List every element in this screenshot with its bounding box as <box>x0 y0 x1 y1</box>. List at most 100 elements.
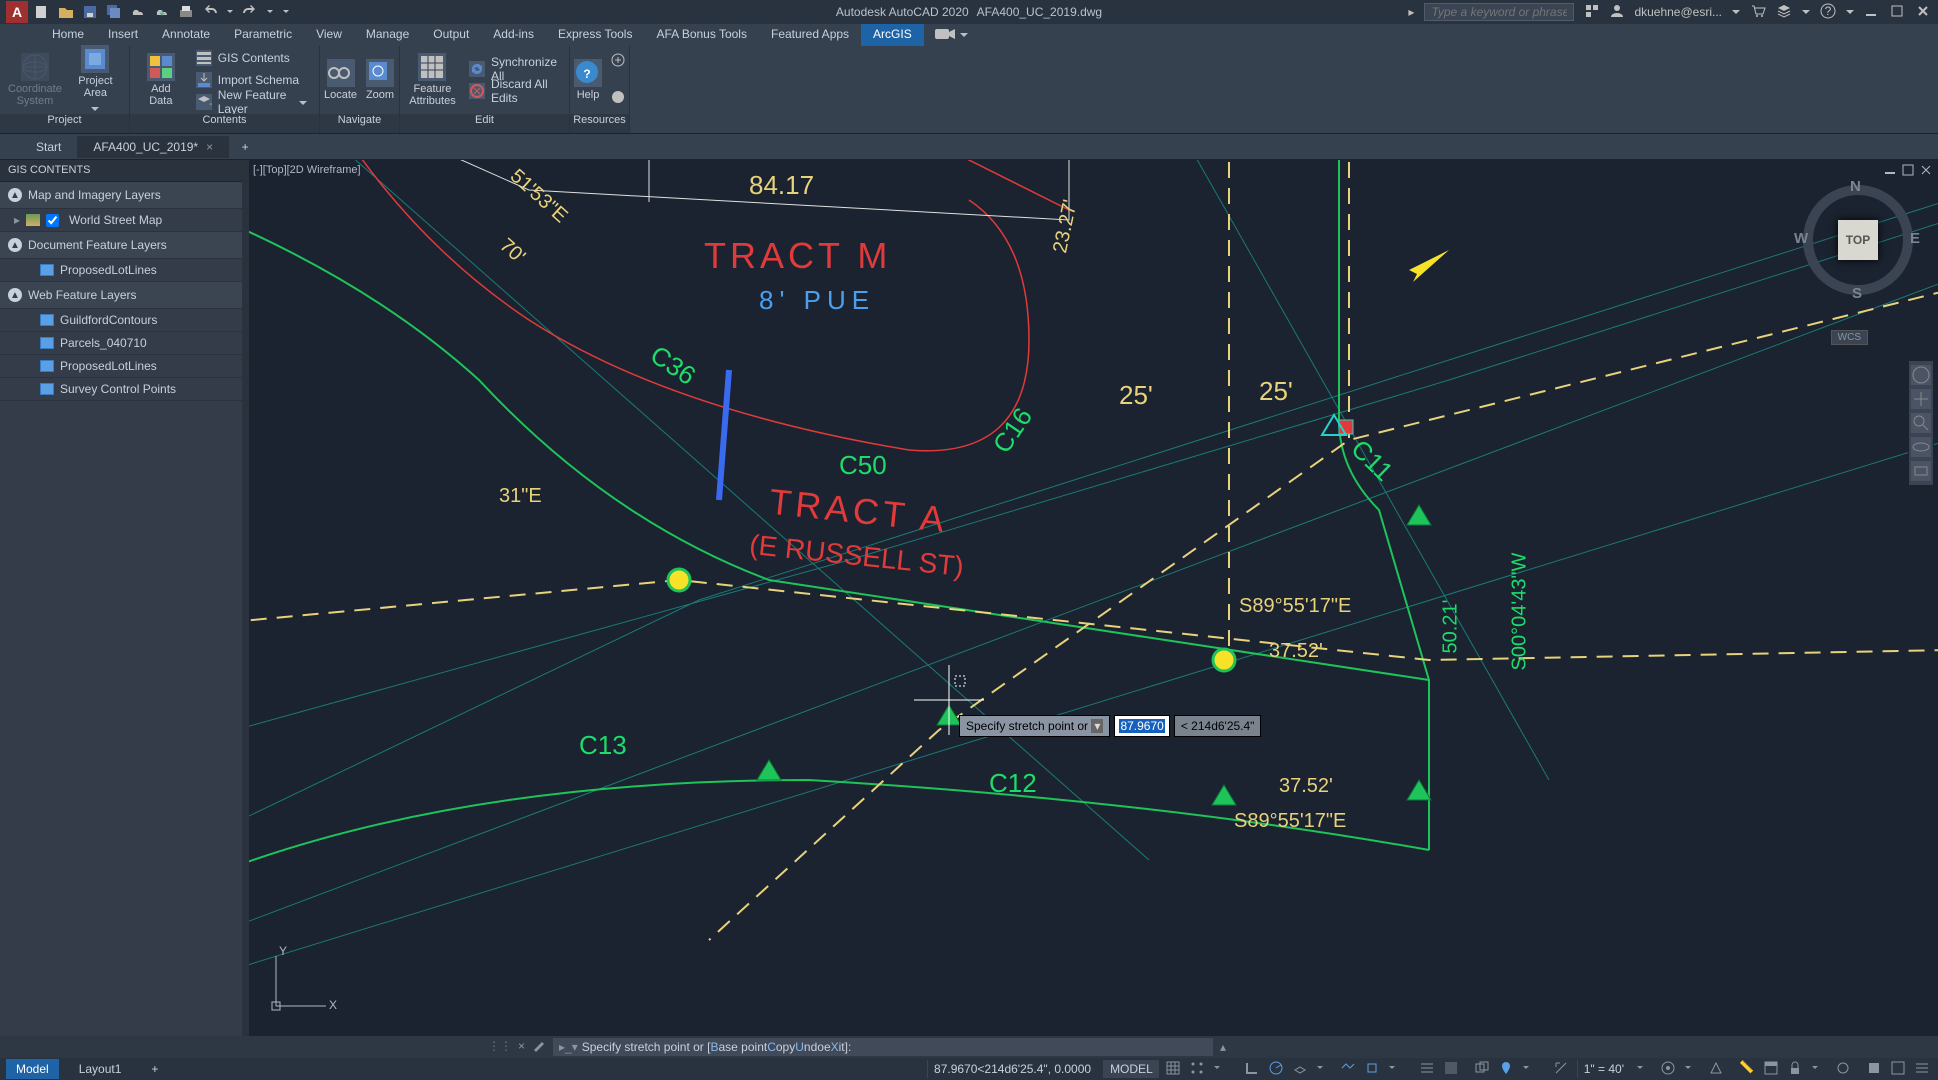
tab-arcgis[interactable]: ArcGIS <box>861 24 924 46</box>
scale-dropdown-icon[interactable] <box>1636 1060 1654 1078</box>
tab-annotate[interactable]: Annotate <box>150 24 222 46</box>
iso-dropdown-icon[interactable] <box>1316 1060 1334 1078</box>
viewcube-w[interactable]: W <box>1794 230 1808 247</box>
help-icon[interactable]: ? <box>1820 3 1836 22</box>
redo-dropdown-icon[interactable] <box>266 4 274 20</box>
distance-input[interactable]: 87.9670 <box>1114 715 1169 737</box>
resource-link1-icon[interactable] <box>610 52 626 71</box>
zoom-button[interactable]: Zoom <box>365 48 395 112</box>
ortho-icon[interactable] <box>1244 1060 1262 1078</box>
open-icon[interactable] <box>58 4 74 20</box>
app-logo-icon[interactable]: A <box>6 1 28 23</box>
add-data-button[interactable]: Add Data <box>138 48 184 112</box>
redo-icon[interactable] <box>242 4 258 20</box>
undo-icon[interactable] <box>202 4 218 20</box>
survey-control-points-item[interactable]: Survey Control Points <box>0 378 242 401</box>
app-store-icon[interactable] <box>1776 3 1792 22</box>
cloud-open-icon[interactable] <box>130 4 146 20</box>
coords-readout[interactable]: 87.9670<214d6'25.4", 0.0000 <box>927 1060 1097 1078</box>
isolate-icon[interactable] <box>1835 1060 1853 1078</box>
command-input[interactable]: ▸_▾ Specify stretch point or [Base point… <box>553 1038 1213 1056</box>
lock-dropdown-icon[interactable] <box>1811 1060 1829 1078</box>
osnap-dropdown-icon[interactable] <box>1388 1060 1406 1078</box>
map-imagery-section[interactable]: ▲Map and Imagery Layers <box>0 182 242 209</box>
collapse-icon[interactable]: ▲ <box>8 288 22 302</box>
viewcube-s[interactable]: S <box>1852 285 1862 302</box>
guildford-contours-item[interactable]: GuildfordContours <box>0 309 242 332</box>
cmd-history-icon[interactable]: ▴ <box>1213 1040 1233 1054</box>
close-icon[interactable] <box>1916 4 1932 20</box>
workspace-icon[interactable] <box>1660 1060 1678 1078</box>
layout1-tab[interactable]: Layout1 <box>69 1059 132 1079</box>
isodraft-icon[interactable] <box>1292 1060 1310 1078</box>
osnap-icon[interactable] <box>1364 1060 1382 1078</box>
sync-all-button[interactable]: Synchronize All <box>465 59 561 79</box>
tab-featured[interactable]: Featured Apps <box>759 24 861 46</box>
camera-dropdown-icon[interactable] <box>960 28 968 42</box>
proposed-lot-lines-web-item[interactable]: ProposedLotLines <box>0 355 242 378</box>
lock-ui-icon[interactable] <box>1787 1060 1805 1078</box>
cmd-customize-icon[interactable] <box>531 1039 545 1056</box>
geo-dropdown-icon[interactable] <box>1522 1060 1540 1078</box>
wsm-checkbox[interactable] <box>46 214 59 227</box>
resource-link2-icon[interactable] <box>610 89 626 108</box>
signin-icon[interactable] <box>1610 4 1624 21</box>
user-dropdown-icon[interactable] <box>1732 5 1740 19</box>
cloud-save-icon[interactable] <box>154 4 170 20</box>
project-area-button[interactable]: Project Area <box>70 48 121 112</box>
hardware-accel-icon[interactable] <box>1866 1060 1884 1078</box>
store-dropdown-icon[interactable] <box>1802 5 1810 19</box>
viewcube-n[interactable]: N <box>1850 178 1861 195</box>
clean-screen-icon[interactable] <box>1890 1060 1908 1078</box>
showmotion-icon[interactable] <box>1911 461 1931 481</box>
osnap-track-icon[interactable] <box>1340 1060 1358 1078</box>
locate-button[interactable]: Locate <box>324 48 357 112</box>
minimize-icon[interactable] <box>1864 4 1880 20</box>
tab-express[interactable]: Express Tools <box>546 24 644 46</box>
save-icon[interactable] <box>82 4 98 20</box>
help-dropdown-icon[interactable] <box>1846 5 1854 19</box>
prompt-dropdown-icon[interactable]: ▾ <box>1091 719 1103 733</box>
web-feature-section[interactable]: ▲Web Feature Layers <box>0 282 242 309</box>
user-label[interactable]: dkuehne@esri... <box>1634 5 1722 19</box>
active-file-tab[interactable]: AFA400_UC_2019*× <box>77 136 229 158</box>
area-dropdown-icon[interactable] <box>91 101 99 115</box>
polar-icon[interactable] <box>1268 1060 1286 1078</box>
grid-icon[interactable] <box>1165 1060 1183 1078</box>
start-tab[interactable]: Start <box>20 136 77 158</box>
search-icon[interactable] <box>1584 3 1600 22</box>
cart-icon[interactable] <box>1750 3 1766 22</box>
viewcube-e[interactable]: E <box>1910 230 1920 247</box>
snap-dropdown-icon[interactable] <box>1213 1060 1231 1078</box>
undo-dropdown-icon[interactable] <box>226 4 234 20</box>
tab-view[interactable]: View <box>304 24 354 46</box>
zoom-extents-icon[interactable] <box>1911 413 1931 433</box>
units-icon[interactable]: 📏 <box>1739 1060 1757 1078</box>
cmd-close-icon[interactable]: × <box>518 1039 525 1056</box>
plot-icon[interactable] <box>178 4 194 20</box>
cmd-handle-icon[interactable]: ⋮⋮ <box>488 1039 512 1056</box>
model-tab[interactable]: Model <box>6 1059 59 1079</box>
orbit-icon[interactable] <box>1911 437 1931 457</box>
new-tab-button[interactable]: + <box>229 136 261 158</box>
geo-marker-icon[interactable] <box>1498 1060 1516 1078</box>
tab-manage[interactable]: Manage <box>354 24 421 46</box>
feature-attributes-button[interactable]: Feature Attributes <box>408 48 457 112</box>
selection-cycle-icon[interactable] <box>1474 1060 1492 1078</box>
proposed-lot-lines-doc-item[interactable]: ProposedLotLines <box>0 259 242 282</box>
ws-dropdown-icon[interactable] <box>1684 1060 1702 1078</box>
full-nav-wheel-icon[interactable] <box>1911 365 1931 385</box>
annotation-scale-icon[interactable] <box>1553 1060 1571 1078</box>
tab-insert[interactable]: Insert <box>96 24 150 46</box>
import-schema-button[interactable]: Import Schema <box>192 70 311 90</box>
camera-icon[interactable] <box>934 26 960 44</box>
gis-contents-button[interactable]: GIS Contents <box>192 48 311 68</box>
ucs-icon[interactable]: Y X <box>261 941 341 1024</box>
pan-icon[interactable] <box>1911 389 1931 409</box>
tab-parametric[interactable]: Parametric <box>222 24 304 46</box>
viewcube-top[interactable]: TOP <box>1838 220 1878 260</box>
close-tab-icon[interactable]: × <box>206 140 213 154</box>
annotation-monitor-icon[interactable] <box>1708 1060 1726 1078</box>
saveall-icon[interactable] <box>106 4 122 20</box>
world-street-map-item[interactable]: ▸ World Street Map <box>0 209 242 232</box>
